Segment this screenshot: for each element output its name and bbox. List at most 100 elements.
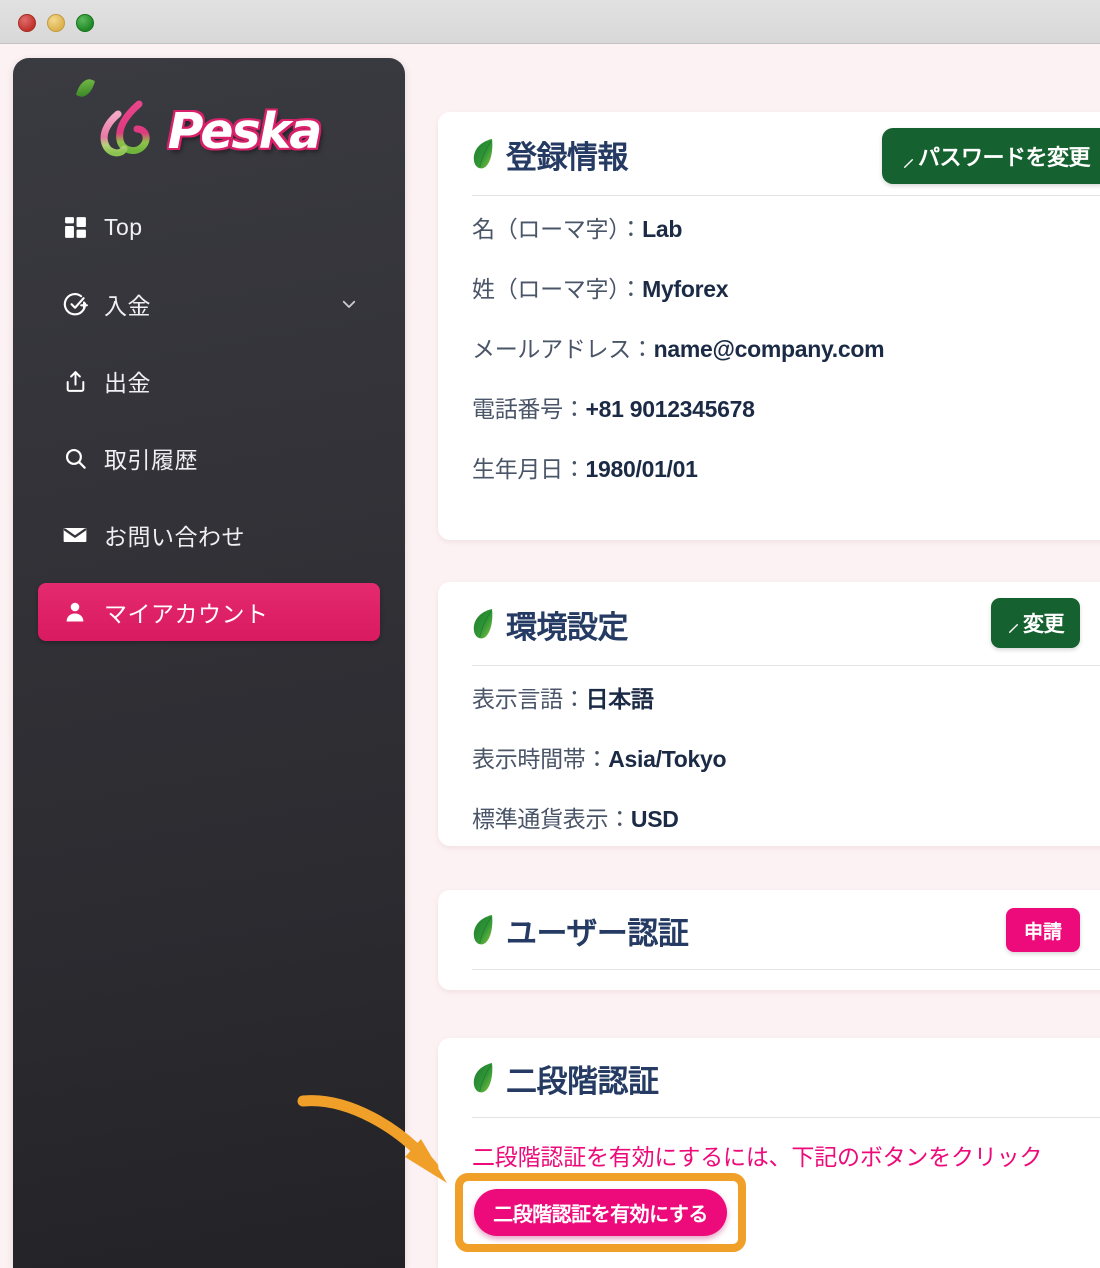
sidebar-item-history[interactable]: 取引履歴	[38, 429, 380, 487]
card-title-text: 二段階認証	[506, 1063, 659, 1099]
field-separator: ：	[562, 456, 586, 482]
field-value: name@company.com	[653, 336, 885, 362]
main-content: 登録情報 パスワードを変更 名（ローマ字）：Lab 姓（ローマ字）：Myfore…	[438, 44, 1100, 1268]
field-separator: ：	[630, 336, 654, 362]
sidebar-item-label: Top	[104, 213, 143, 240]
registration-info-card: 登録情報 パスワードを変更 名（ローマ字）：Lab 姓（ローマ字）：Myfore…	[438, 112, 1100, 540]
field-separator: ：	[562, 686, 586, 712]
sidebar: Peska Top 入金 出金 取引履歴 お問い合わせ マイアカウント	[13, 58, 405, 1268]
leaf-icon	[473, 139, 493, 169]
field-value: Myforex	[642, 276, 729, 302]
change-password-button[interactable]: パスワードを変更	[881, 128, 1100, 184]
close-window-button[interactable]	[18, 14, 36, 32]
brand-logo[interactable]: Peska	[13, 76, 405, 178]
peska-peach-icon	[100, 100, 150, 157]
field-value: 1980/01/01	[585, 456, 698, 482]
chevron-down-icon[interactable]	[340, 295, 358, 313]
window-titlebar	[0, 0, 1100, 44]
card-body: 表示言語：日本語 表示時間帯：Asia/Tokyo 標準通貨表示：USD	[438, 666, 1100, 854]
card-divider	[472, 195, 1100, 196]
field-separator: ：	[608, 806, 631, 832]
leaf-icon	[473, 1063, 493, 1093]
field-separator: ：	[619, 216, 643, 242]
mail-icon	[60, 520, 90, 550]
field-label: 生年月日	[472, 456, 563, 482]
sidebar-nav: Top 入金 出金 取引履歴 お問い合わせ マイアカウント	[13, 198, 405, 641]
field-label: メールアドレス	[472, 336, 631, 362]
apply-verification-button[interactable]: 申請	[1005, 908, 1080, 952]
field-label: 電話番号	[472, 396, 563, 422]
minimize-window-button[interactable]	[47, 14, 65, 32]
user-verification-card: ユーザー認証 申請	[438, 890, 1100, 990]
card-header: ユーザー認証 申請	[438, 890, 1100, 970]
field-value: 日本語	[585, 686, 654, 712]
field-label: 表示言語	[472, 686, 563, 712]
card-divider	[472, 969, 1100, 970]
card-divider	[472, 1117, 1100, 1118]
card-header: 環境設定 変更	[438, 582, 1100, 666]
card-header: 登録情報 パスワードを変更	[438, 112, 1100, 196]
card-title: 登録情報	[472, 132, 629, 177]
leaf-icon	[473, 915, 493, 945]
pencil-icon	[1007, 617, 1020, 633]
field-base-currency: 標準通貨表示：USD	[472, 800, 1100, 834]
field-display-language: 表示言語：日本語	[472, 680, 1100, 714]
sidebar-item-label: 入金	[104, 293, 151, 319]
preferences-card: 環境設定 変更 表示言語：日本語 表示時間帯：Asia/Tokyo 標準通貨表示…	[438, 582, 1100, 846]
field-value: Asia/Tokyo	[608, 746, 727, 772]
change-preferences-button[interactable]: 変更	[991, 598, 1080, 648]
change-password-label: パスワードを変更	[917, 145, 1091, 170]
enable-2fa-button[interactable]: 二段階認証を有効にする	[474, 1189, 727, 1236]
window-controls	[18, 14, 94, 32]
brand-leaf-icon	[75, 76, 96, 100]
sidebar-item-label: 出金	[104, 370, 151, 396]
withdraw-icon	[60, 366, 90, 396]
card-title: ユーザー認証	[472, 908, 689, 953]
two-factor-instruction: 二段階認証を有効にするには、下記のボタンをクリック	[472, 1144, 1043, 1170]
field-label: 表示時間帯	[472, 746, 586, 772]
sidebar-item-label: マイアカウント	[104, 601, 269, 627]
card-title-text: ユーザー認証	[506, 915, 689, 951]
card-title-text: 環境設定	[506, 609, 629, 645]
card-divider	[472, 665, 1100, 666]
dashboard-icon	[60, 212, 90, 242]
field-separator: ：	[619, 276, 643, 302]
field-label: 標準通貨表示	[472, 806, 609, 832]
card-title: 二段階認証	[472, 1056, 659, 1101]
field-separator: ：	[562, 396, 586, 422]
search-icon	[60, 443, 90, 473]
change-preferences-label: 変更	[1023, 613, 1065, 636]
field-value: USD	[630, 806, 679, 832]
field-value: Lab	[642, 216, 683, 242]
sidebar-item-deposit[interactable]: 入金	[38, 275, 380, 333]
field-value: +81 9012345678	[585, 396, 755, 422]
zoom-window-button[interactable]	[76, 14, 94, 32]
field-phone: 電話番号：+81 9012345678	[472, 390, 1100, 424]
sidebar-item-top[interactable]: Top	[38, 198, 380, 256]
sidebar-item-my-account[interactable]: マイアカウント	[38, 583, 380, 641]
pencil-icon	[902, 150, 915, 168]
sidebar-item-withdraw[interactable]: 出金	[38, 352, 380, 410]
brand-name: Peska	[167, 102, 323, 160]
page-canvas: Peska Top 入金 出金 取引履歴 お問い合わせ マイアカウント 登録情報…	[0, 44, 1100, 1268]
card-header: 二段階認証	[438, 1038, 1100, 1118]
field-label: 名（ローマ字）	[472, 216, 620, 242]
user-icon	[60, 597, 90, 627]
card-title: 環境設定	[472, 602, 629, 647]
field-first-name: 名（ローマ字）：Lab	[472, 210, 1100, 244]
sidebar-item-label: お問い合わせ	[104, 524, 245, 550]
card-body: 名（ローマ字）：Lab 姓（ローマ字）：Myforex メールアドレス：name…	[438, 196, 1100, 504]
application-window: Peska Top 入金 出金 取引履歴 お問い合わせ マイアカウント 登録情報…	[0, 0, 1100, 1268]
leaf-icon	[473, 609, 493, 639]
deposit-icon	[60, 289, 90, 319]
field-label: 姓（ローマ字）	[472, 276, 620, 302]
field-separator: ：	[585, 746, 609, 772]
apply-verification-label: 申請	[1023, 921, 1062, 943]
field-timezone: 表示時間帯：Asia/Tokyo	[472, 740, 1100, 774]
sidebar-item-contact[interactable]: お問い合わせ	[38, 506, 380, 564]
field-birthdate: 生年月日：1980/01/01	[472, 450, 1100, 484]
card-title-text: 登録情報	[506, 139, 629, 175]
field-email: メールアドレス：name@company.com	[472, 330, 1100, 364]
field-last-name: 姓（ローマ字）：Myforex	[472, 270, 1100, 304]
sidebar-item-label: 取引履歴	[104, 447, 198, 473]
